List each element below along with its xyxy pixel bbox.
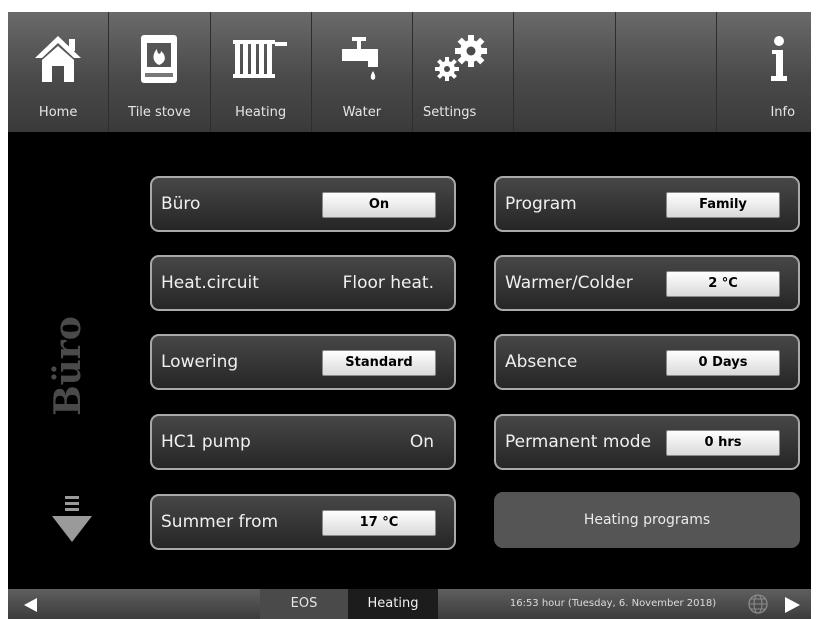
tile-value-text: On bbox=[409, 432, 434, 452]
previous-page-button[interactable] bbox=[24, 597, 38, 616]
tile-label: Program bbox=[505, 194, 577, 214]
radiator-icon bbox=[211, 28, 311, 90]
heating-programs-button[interactable]: Heating programs bbox=[494, 492, 800, 548]
next-page-button[interactable] bbox=[785, 597, 801, 617]
arrow-right-icon bbox=[785, 597, 800, 613]
nav-empty-2 bbox=[616, 12, 717, 132]
tile-room-on-off[interactable]: Büro On bbox=[150, 176, 456, 232]
nav-heating[interactable]: Heating bbox=[211, 12, 312, 132]
tile-hc1-pump[interactable]: HC1 pump On bbox=[150, 414, 456, 470]
tile-value-text: Floor heat. bbox=[342, 273, 434, 293]
water-tap-icon bbox=[312, 28, 412, 90]
nav-info[interactable]: Info bbox=[717, 12, 811, 132]
tile-label: HC1 pump bbox=[161, 432, 251, 452]
nav-empty-1 bbox=[514, 12, 616, 132]
nav-heating-label: Heating bbox=[235, 105, 287, 120]
status-datetime: 16:53 hour (Tuesday, 6. November 2018) bbox=[509, 598, 717, 609]
tile-label: Permanent mode bbox=[505, 432, 652, 452]
scroll-down-icon bbox=[52, 496, 92, 542]
tile-permanent-mode[interactable]: Permanent mode 0 hrs bbox=[494, 414, 800, 470]
status-bar: EOS Heating 16:53 hour (Tuesday, 6. Nove… bbox=[8, 589, 811, 619]
tile-value-box[interactable]: 0 hrs bbox=[666, 430, 780, 456]
gears-icon bbox=[413, 28, 513, 90]
tile-stove-icon bbox=[109, 28, 209, 90]
home-icon bbox=[8, 28, 108, 90]
nav-tile-stove-label: Tile stove bbox=[128, 105, 191, 120]
tile-program[interactable]: Program Family bbox=[494, 176, 800, 232]
tile-heat-circuit[interactable]: Heat.circuit Floor heat. bbox=[150, 255, 456, 311]
tile-label: Heat.circuit bbox=[161, 273, 259, 293]
nav-info-label: Info bbox=[770, 105, 796, 120]
tile-value-box[interactable]: 17 °C bbox=[322, 510, 436, 536]
nav-water[interactable]: Water bbox=[312, 12, 413, 132]
status-tab-heating[interactable]: Heating bbox=[348, 589, 438, 619]
room-name-vertical: Büro bbox=[38, 301, 98, 431]
tile-value-box[interactable]: 2 °C bbox=[666, 271, 780, 297]
heating-programs-label: Heating programs bbox=[583, 512, 711, 528]
tile-value-box[interactable]: On bbox=[322, 192, 436, 218]
tile-label: Warmer/Colder bbox=[505, 273, 633, 293]
globe-icon[interactable] bbox=[748, 594, 768, 618]
tile-absence[interactable]: Absence 0 Days bbox=[494, 334, 800, 390]
nav-tile-stove[interactable]: Tile stove bbox=[109, 12, 211, 132]
scroll-down-button[interactable] bbox=[52, 496, 92, 546]
nav-home[interactable]: Home bbox=[8, 12, 110, 132]
screen: Home Tile stove Heating Water Settings I… bbox=[8, 12, 811, 619]
tile-label: Büro bbox=[161, 194, 201, 214]
nav-settings-label: Settings bbox=[423, 105, 477, 120]
tile-value-box[interactable]: Standard bbox=[322, 350, 436, 376]
tile-warmer-colder[interactable]: Warmer/Colder 2 °C bbox=[494, 255, 800, 311]
tile-label: Absence bbox=[505, 352, 578, 372]
arrow-left-icon bbox=[24, 598, 37, 612]
status-tab-eos[interactable]: EOS bbox=[260, 589, 348, 619]
tile-label: Lowering bbox=[161, 352, 239, 372]
tile-value-box[interactable]: 0 Days bbox=[666, 350, 780, 376]
tile-lowering[interactable]: Lowering Standard bbox=[150, 334, 456, 390]
nav-settings[interactable]: Settings bbox=[413, 12, 515, 132]
top-nav-bar: Home Tile stove Heating Water Settings I… bbox=[8, 12, 811, 132]
nav-home-label: Home bbox=[38, 105, 78, 120]
info-icon bbox=[717, 28, 811, 90]
tile-label: Summer from bbox=[161, 512, 279, 532]
tile-summer-from[interactable]: Summer from 17 °C bbox=[150, 494, 456, 550]
nav-water-label: Water bbox=[342, 105, 382, 120]
tile-value-box[interactable]: Family bbox=[666, 192, 780, 218]
room-name-text: Büro bbox=[47, 316, 89, 416]
